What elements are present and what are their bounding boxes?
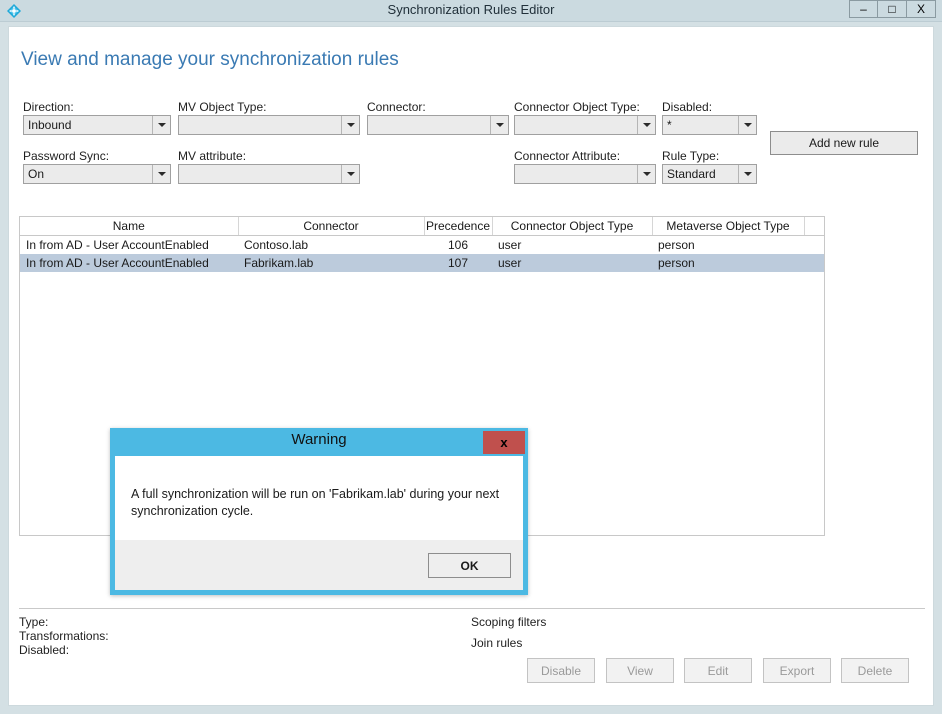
column-header-connector-object-type[interactable]: Connector Object Type (492, 217, 653, 236)
page-title: View and manage your synchronization rul… (21, 49, 399, 70)
disabled-filter-label: Disabled: (662, 100, 713, 114)
column-header-connector[interactable]: Connector (238, 217, 425, 236)
mv-object-type-label: MV Object Type: (178, 100, 267, 114)
mv-object-type-value (179, 116, 341, 134)
mv-attribute-value (179, 165, 341, 183)
disabled-filter-select[interactable]: * (662, 115, 757, 135)
connector-label: Connector: (367, 100, 426, 114)
cell-connector: Fabrikam.lab (238, 254, 424, 272)
chevron-down-icon (738, 116, 756, 134)
connector-value (368, 116, 490, 134)
detail-type-label: Type: (19, 615, 49, 629)
direction-value: Inbound (28, 118, 72, 132)
dialog-message: A full synchronization will be run on 'F… (131, 487, 500, 518)
connector-object-type-select[interactable] (514, 115, 656, 135)
window-controls: – □ X (849, 0, 936, 20)
title-bar: Synchronization Rules Editor – □ X (0, 0, 942, 22)
cell-spacer (804, 254, 824, 272)
dialog-close-button[interactable]: x (483, 431, 525, 454)
cell-metaverse-object-type: person (658, 238, 695, 252)
cell-precedence: 107 (424, 254, 492, 272)
chevron-down-icon (637, 165, 655, 183)
rule-type-value: Standard (667, 167, 716, 181)
chevron-down-icon (637, 116, 655, 134)
chevron-down-icon (152, 116, 170, 134)
client-area: View and manage your synchronization rul… (8, 26, 934, 706)
column-header-precedence[interactable]: Precedence (424, 217, 493, 236)
add-new-rule-button[interactable]: Add new rule (770, 131, 918, 155)
minimize-button[interactable]: – (849, 0, 878, 18)
cell-spacer (804, 236, 824, 255)
column-header-spacer (804, 217, 824, 236)
chevron-down-icon (490, 116, 508, 134)
mv-object-type-select[interactable] (178, 115, 360, 135)
connector-attribute-select[interactable] (514, 164, 656, 184)
dialog-title: Warning (291, 431, 347, 448)
rule-type-select[interactable]: Standard (662, 164, 757, 184)
dialog-ok-button[interactable]: OK (428, 553, 511, 578)
chevron-down-icon (341, 165, 359, 183)
password-sync-select[interactable]: On (23, 164, 171, 184)
connector-attribute-label: Connector Attribute: (514, 149, 621, 163)
direction-label: Direction: (23, 100, 74, 114)
disabled-filter-value: * (667, 118, 672, 132)
chevron-down-icon (738, 165, 756, 183)
cell-metaverse-object-type: person (652, 254, 804, 272)
cell-name: In from AD - User AccountEnabled (20, 254, 238, 272)
cell-connector-object-type: user (498, 238, 522, 252)
join-rules-link[interactable]: Join rules (471, 636, 522, 650)
table-header-row: Name Connector Precedence Connector Obje… (20, 217, 824, 236)
detail-transformations-label: Transformations: (19, 629, 109, 643)
mv-attribute-label: MV attribute: (178, 149, 247, 163)
mv-attribute-select[interactable] (178, 164, 360, 184)
connector-attribute-value (515, 165, 637, 183)
window-title: Synchronization Rules Editor (387, 2, 555, 17)
cell-precedence: 106 (447, 238, 469, 252)
connector-object-type-value (515, 116, 637, 134)
cell-connector: Contoso.lab (244, 238, 309, 252)
table-row[interactable]: In from AD - User AccountEnabled Fabrika… (20, 254, 824, 272)
direction-select[interactable]: Inbound (23, 115, 171, 135)
password-sync-label: Password Sync: (23, 149, 110, 163)
connector-object-type-label: Connector Object Type: (514, 100, 640, 114)
cell-connector-object-type: user (492, 254, 652, 272)
export-button[interactable]: Export (763, 658, 831, 683)
dialog-footer: OK (115, 540, 523, 590)
scoping-filters-link[interactable]: Scoping filters (471, 615, 546, 629)
detail-separator (19, 608, 925, 609)
warning-dialog: Warning x A full synchronization will be… (110, 428, 528, 595)
disable-button[interactable]: Disable (527, 658, 595, 683)
delete-button[interactable]: Delete (841, 658, 909, 683)
application-window: Synchronization Rules Editor – □ X View … (0, 0, 942, 714)
maximize-button[interactable]: □ (878, 0, 907, 18)
chevron-down-icon (152, 165, 170, 183)
edit-button[interactable]: Edit (684, 658, 752, 683)
table-row[interactable]: In from AD - User AccountEnabled Contoso… (20, 236, 824, 255)
chevron-down-icon (341, 116, 359, 134)
rule-type-label: Rule Type: (662, 149, 720, 163)
connector-select[interactable] (367, 115, 509, 135)
detail-disabled-label: Disabled: (19, 643, 70, 657)
column-header-metaverse-object-type[interactable]: Metaverse Object Type (652, 217, 805, 236)
password-sync-value: On (28, 167, 45, 181)
view-button[interactable]: View (606, 658, 674, 683)
column-header-name[interactable]: Name (20, 217, 239, 236)
cell-name: In from AD - User AccountEnabled (26, 238, 209, 252)
close-button[interactable]: X (907, 0, 936, 18)
